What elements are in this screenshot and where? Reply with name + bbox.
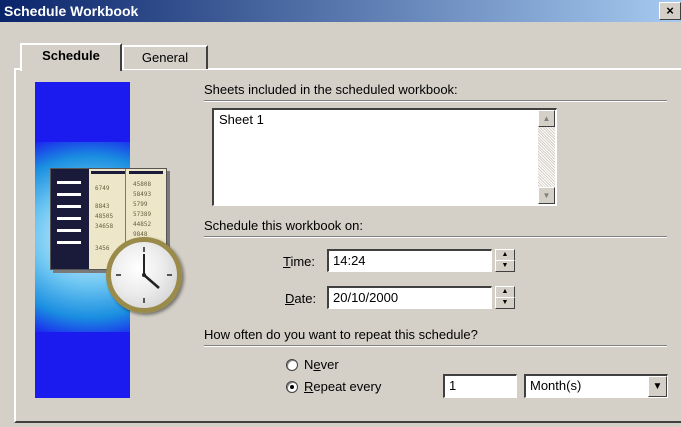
calendar-header	[91, 171, 125, 174]
close-icon: ×	[666, 3, 674, 18]
calendar-number: 34658	[95, 223, 114, 230]
spine-line	[57, 217, 81, 220]
calendar-number: 8843	[95, 203, 110, 210]
calendar-number: 6749	[95, 185, 110, 192]
spine-line	[57, 205, 81, 208]
calendar-number: 5799	[133, 201, 148, 208]
window-title: Schedule Workbook	[4, 3, 139, 19]
spine-line	[57, 241, 81, 244]
tab-schedule[interactable]: Schedule	[20, 43, 122, 71]
spine-line	[57, 229, 81, 232]
calendar-number: 58493	[133, 191, 152, 198]
calendar-number: 44852	[133, 221, 152, 228]
calendar-number: 3456	[95, 245, 110, 252]
clock-face	[116, 247, 172, 303]
calendar-number: 45808	[133, 181, 152, 188]
clock-icon	[106, 237, 182, 313]
tab-general[interactable]: General	[122, 45, 208, 69]
calendar-header	[129, 171, 163, 174]
calendar-number: 48505	[95, 213, 114, 220]
close-button[interactable]: ×	[659, 2, 681, 20]
calendar-spine	[51, 169, 89, 269]
spine-line	[57, 193, 81, 196]
title-bar[interactable]: Schedule Workbook ×	[0, 0, 681, 22]
spine-line	[57, 181, 81, 184]
calendar-number: 57389	[133, 211, 152, 218]
